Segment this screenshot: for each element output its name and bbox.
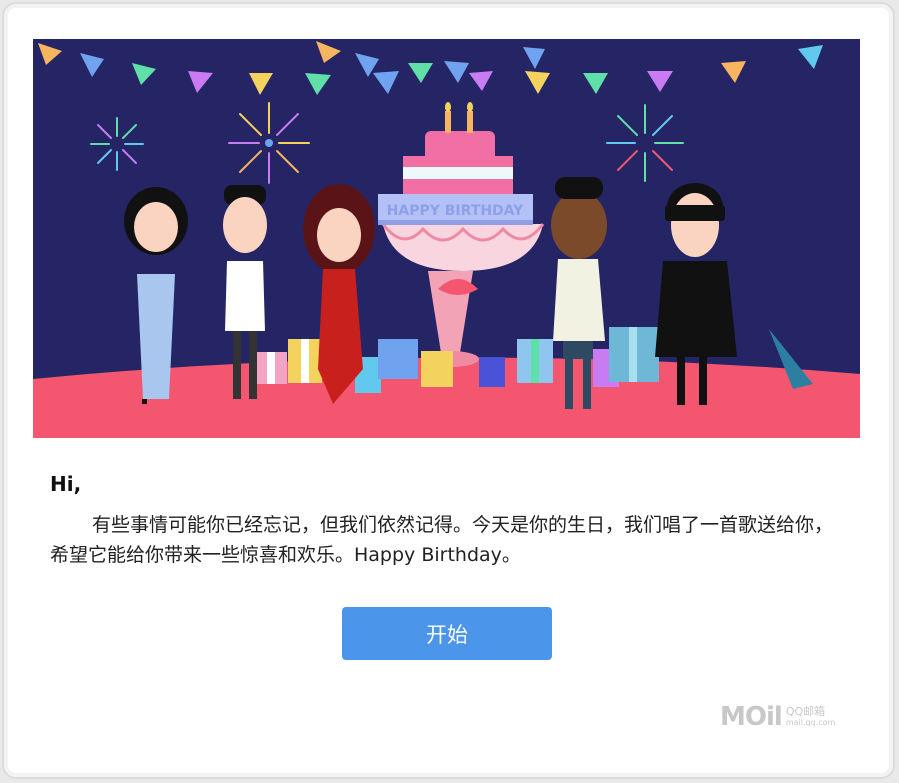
cake-text: HAPPY BIRTHDAY [387,203,524,219]
greeting-text: Hi, [50,472,82,496]
logo-mark: MOil [720,702,783,732]
birthday-message: 有些事情可能你已经忘记，但我们依然记得。今天是你的生日，我们唱了一首歌送给你，希… [50,514,834,566]
email-card: HAPPY BIRTHDAY Hi, 有些事情可能你已经忘记，但我们依然记得。今… [8,8,889,773]
qq-mail-logo: MOil QQ邮箱 mail.qq.com [720,702,835,732]
birthday-banner-image: HAPPY BIRTHDAY [33,39,860,438]
logo-name: QQ邮箱 [785,705,826,718]
logo-url: mail.qq.com [785,718,836,727]
start-button[interactable]: 开始 [342,607,552,660]
logo-sub: QQ邮箱 mail.qq.com [786,706,835,728]
